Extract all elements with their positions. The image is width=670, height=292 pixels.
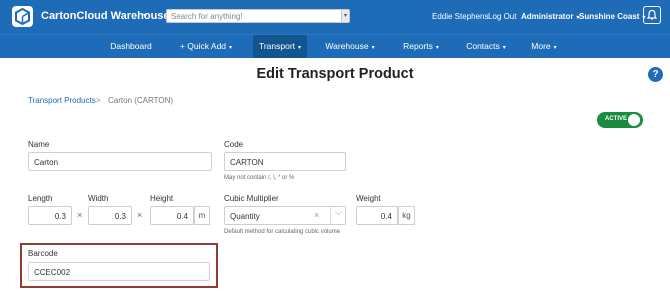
weight-input[interactable]: 0.4	[356, 206, 398, 225]
clear-select-icon[interactable]: ×	[314, 210, 319, 220]
width-label: Width	[88, 194, 109, 203]
unit-kg-addon: kg	[398, 206, 415, 225]
times-icon: ×	[137, 210, 143, 220]
nav-more-chevron-icon: ▾	[553, 45, 557, 51]
toggle-knob	[628, 114, 640, 126]
nav-contacts-label: Contacts	[466, 41, 500, 51]
cartoncloud-logo-icon[interactable]	[12, 6, 33, 27]
region-label: Sunshine Coast	[579, 12, 640, 21]
width-input[interactable]: 0.3	[88, 206, 132, 225]
nav-contacts[interactable]: Contacts ▾	[460, 35, 512, 58]
name-label: Name	[28, 140, 50, 149]
nav-transport-label: Transport	[258, 41, 296, 51]
nav-warehouse-label: Warehouse	[325, 41, 369, 51]
app-title[interactable]: CartonCloud Warehouse	[41, 10, 170, 22]
unit-m-addon: m	[194, 206, 210, 225]
global-search-input[interactable]: Search for anything!	[166, 9, 350, 23]
nav-reports-label: Reports	[403, 41, 433, 51]
nav-warehouse-chevron-icon: ▾	[371, 45, 375, 51]
weight-label: Weight	[356, 194, 381, 203]
nav-quick-add[interactable]: + Quick Add ▾	[170, 35, 242, 58]
nav-transport-chevron-icon: ▾	[298, 45, 302, 51]
nav-quick-add-label: + Quick Add	[179, 41, 227, 51]
breadcrumb-separator-icon: >	[96, 96, 101, 105]
notifications-bell-icon[interactable]	[643, 6, 661, 24]
main-nav: Dashboard + Quick Add ▾ Transport ▾ Wareho…	[0, 34, 670, 58]
cubic-multiplier-label: Cubic Multiplier	[224, 194, 279, 203]
nav-transport[interactable]: Transport ▾	[253, 35, 307, 58]
length-label: Length	[28, 194, 53, 203]
role-menu[interactable]: Administrator ▾	[521, 12, 579, 21]
select-chevron-icon[interactable]: ⌵	[330, 207, 342, 224]
nav-dashboard[interactable]: Dashboard	[102, 35, 160, 58]
name-input[interactable]: Carton	[28, 152, 212, 171]
code-label: Code	[224, 140, 244, 149]
logout-link[interactable]: Log Out	[488, 12, 516, 21]
nav-contacts-chevron-icon: ▾	[502, 45, 506, 51]
nav-reports-chevron-icon: ▾	[435, 45, 439, 51]
page-title: Edit Transport Product	[256, 66, 414, 82]
barcode-input[interactable]: CCEC002	[28, 262, 210, 281]
cubic-multiplier-help-text: Default method for calculating cubic vol…	[224, 229, 341, 235]
active-toggle[interactable]: ACTIVE	[597, 112, 643, 128]
code-help-text: May not contain /, \, * or %	[224, 175, 295, 181]
nav-quick-add-chevron-icon: ▾	[229, 45, 233, 51]
active-toggle-label: ACTIVE	[605, 116, 628, 122]
region-menu[interactable]: Sunshine Coast ▾	[579, 12, 645, 21]
app-switcher-chevron-icon[interactable]: ▾	[143, 11, 147, 20]
height-input[interactable]: 0.4	[150, 206, 194, 225]
cubic-multiplier-select[interactable]: Quantity	[224, 206, 346, 225]
nav-more[interactable]: More ▾	[528, 35, 560, 58]
height-label: Height	[150, 194, 174, 203]
user-name-link[interactable]: Eddie Stephens	[432, 12, 489, 21]
breadcrumb-transport-products[interactable]: Transport Products	[28, 96, 96, 105]
length-input[interactable]: 0.3	[28, 206, 72, 225]
nav-reports[interactable]: Reports ▾	[397, 35, 445, 58]
help-icon[interactable]: ?	[648, 67, 663, 82]
code-input[interactable]: CARTON	[224, 152, 346, 171]
nav-warehouse[interactable]: Warehouse ▾	[320, 35, 380, 58]
nav-more-label: More	[531, 41, 551, 51]
top-bar: CartonCloud Warehouse ▾ Search for anyth…	[0, 0, 670, 34]
times-icon: ×	[77, 210, 83, 220]
breadcrumb-current: Carton (CARTON)	[108, 96, 174, 105]
search-dropdown-chevron-icon[interactable]: ▾	[341, 10, 349, 22]
role-label: Administrator	[521, 12, 574, 21]
barcode-label: Barcode	[28, 249, 58, 258]
